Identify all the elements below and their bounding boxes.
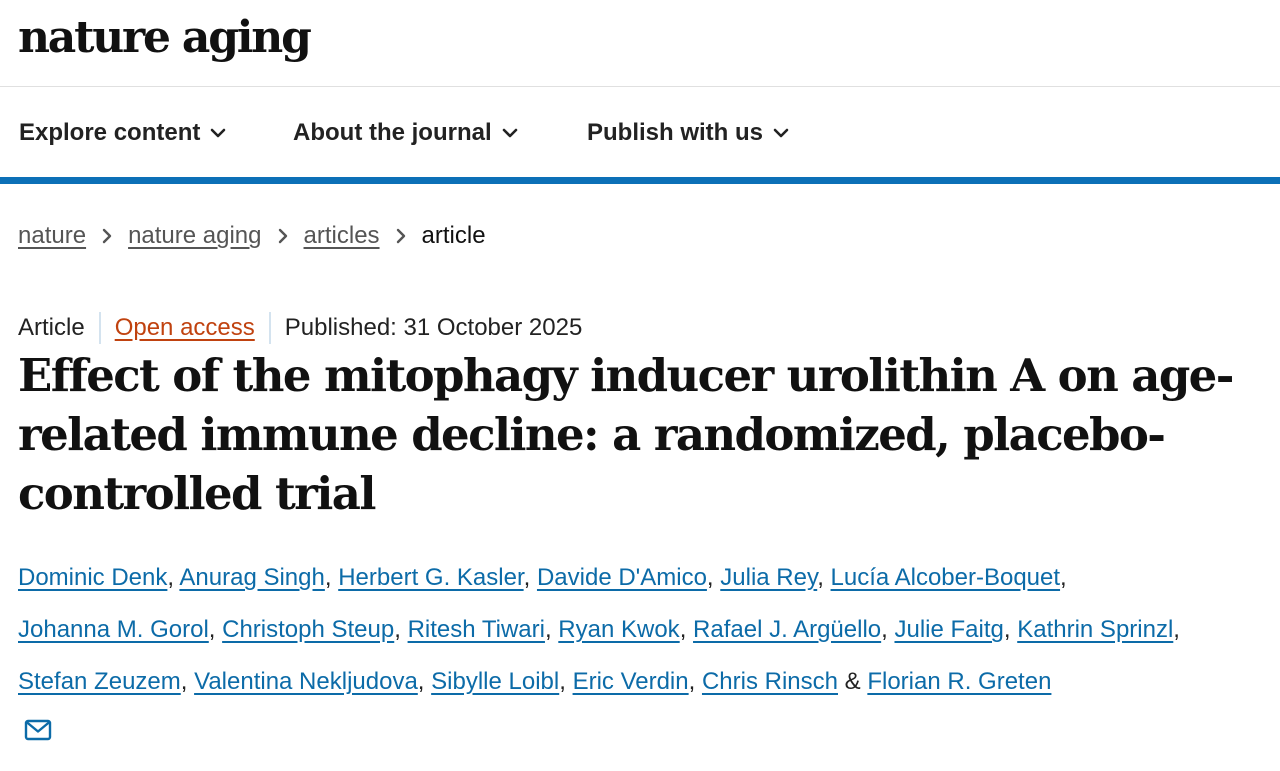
breadcrumb-current: article [421, 222, 486, 249]
author-separator: , [167, 564, 180, 591]
author-link[interactable]: Rafael J. Argüello [693, 616, 881, 643]
nav-item-label: About the journal [293, 119, 492, 146]
author-separator: , [679, 616, 694, 643]
author-link[interactable]: Sibylle Loibl [431, 668, 559, 695]
author-link[interactable]: Kathrin Sprinzl [1017, 616, 1173, 643]
journal-logo[interactable]: nature aging [18, 8, 312, 68]
nav-explore-content[interactable]: Explore content [19, 116, 226, 150]
author-link[interactable]: Ritesh Tiwari [408, 616, 545, 643]
author-separator: , [1173, 616, 1180, 643]
breadcrumb-nature[interactable]: nature [18, 222, 86, 250]
main-nav: Explore content About the journal Publis… [0, 88, 1280, 177]
meta-divider [98, 312, 101, 344]
author-separator: , [324, 564, 339, 591]
breadcrumb: nature nature aging articles article [18, 218, 486, 254]
author-list: Dominic Denk, Anurag Singh, Herbert G. K… [18, 552, 1268, 708]
article-title: Effect of the mitophagy inducer urolithi… [18, 349, 1234, 520]
author-separator: , [559, 668, 573, 695]
author-separator: , [544, 616, 559, 643]
site-header: nature aging [0, 0, 1280, 87]
author-link[interactable]: Ryan Kwok [558, 616, 679, 643]
author-link[interactable]: Dominic Denk [18, 564, 167, 591]
nav-accent-bar [0, 177, 1280, 184]
author-separator: & [838, 668, 868, 695]
author-separator: , [523, 564, 537, 591]
chevron-right-icon [102, 228, 112, 244]
open-access-link[interactable]: Open access [115, 314, 255, 342]
author-separator: , [1060, 564, 1067, 591]
author-link[interactable]: Lucía Alcober-Boquet [831, 564, 1061, 591]
breadcrumb-articles[interactable]: articles [304, 222, 380, 250]
author-separator: , [1003, 616, 1018, 643]
mail-icon[interactable] [24, 718, 52, 742]
author-link[interactable]: Julia Rey [720, 564, 817, 591]
author-separator: , [881, 616, 895, 643]
chevron-down-icon [773, 128, 789, 138]
chevron-right-icon [278, 228, 288, 244]
author-separator: , [394, 616, 408, 643]
article-type: Article [18, 314, 85, 341]
nav-publish-with-us[interactable]: Publish with us [587, 116, 789, 150]
author-link[interactable]: Florian R. Greten [867, 668, 1051, 695]
nav-item-label: Explore content [19, 119, 201, 146]
nav-item-label: Publish with us [587, 119, 764, 146]
author-separator: , [180, 668, 195, 695]
author-link[interactable]: Julie Faitg [894, 616, 1003, 643]
author-link[interactable]: Stefan Zeuzem [18, 668, 181, 695]
breadcrumb-nature-aging[interactable]: nature aging [128, 222, 261, 250]
author-separator: , [706, 564, 721, 591]
nav-about-journal[interactable]: About the journal [293, 116, 518, 150]
author-separator: , [208, 616, 223, 643]
author-separator: , [417, 668, 432, 695]
author-link[interactable]: Chris Rinsch [702, 668, 838, 695]
article-meta: Article Open access Published: 31 Octobe… [18, 310, 582, 346]
author-link[interactable]: Eric Verdin [573, 668, 689, 695]
meta-divider [268, 312, 271, 344]
author-link[interactable]: Herbert G. Kasler [338, 564, 523, 591]
author-separator: , [817, 564, 831, 591]
author-link[interactable]: Davide D'Amico [537, 564, 707, 591]
author-link[interactable]: Valentina Nekljudova [194, 668, 418, 695]
author-link[interactable]: Anurag Singh [179, 564, 324, 591]
chevron-down-icon [211, 128, 226, 138]
published-date: Published: 31 October 2025 [284, 314, 583, 341]
chevron-down-icon [502, 128, 517, 138]
chevron-right-icon [396, 228, 406, 244]
author-link[interactable]: Christoph Steup [222, 616, 394, 643]
author-separator: , [688, 668, 702, 695]
author-link[interactable]: Johanna M. Gorol [18, 616, 209, 643]
